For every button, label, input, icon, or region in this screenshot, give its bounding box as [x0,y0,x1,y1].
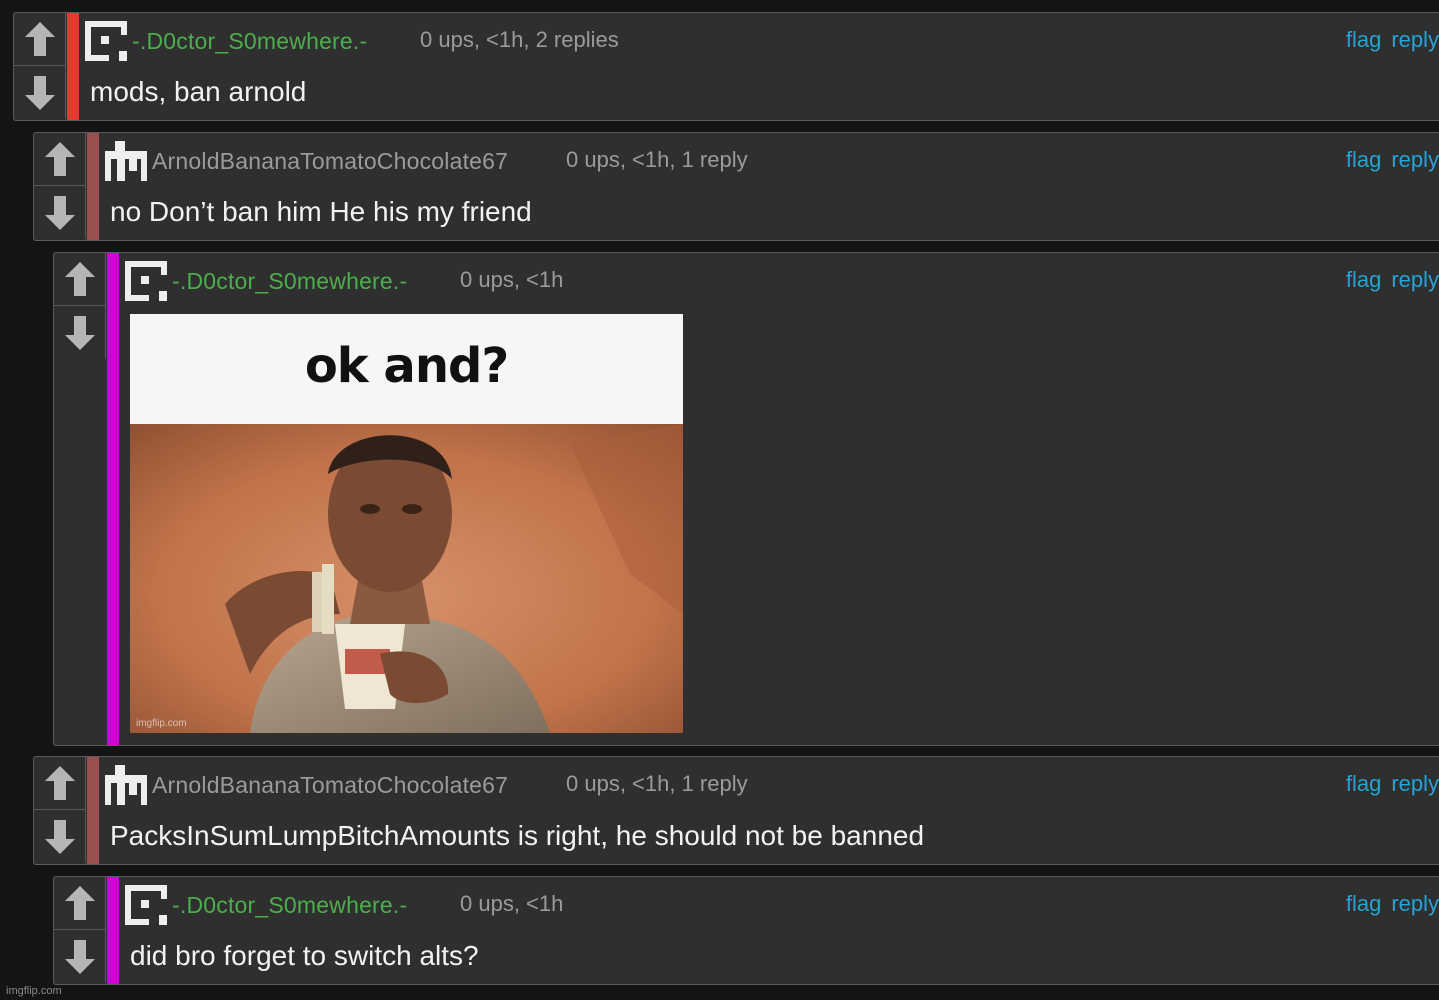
upvote-button[interactable] [54,253,106,306]
downvote-button[interactable] [14,66,66,119]
reply-link[interactable]: reply [1391,27,1439,52]
vote-controls [54,877,106,983]
comment-meta: 0 ups, <1h, 1 reply [566,771,748,796]
avatar[interactable] [125,885,167,925]
reply-link[interactable]: reply [1391,267,1439,292]
comment-actions: flag reply [1336,891,1439,917]
comment-meta: 0 ups, <1h, 1 reply [566,147,748,172]
username[interactable]: -.D0ctor_S0mewhere.- [172,268,407,295]
vote-controls [34,133,86,239]
flag-link[interactable]: flag [1346,891,1381,916]
username[interactable]: -.D0ctor_S0mewhere.- [172,892,407,919]
thread-bar [87,133,99,240]
avatar[interactable] [105,765,147,805]
vote-controls [54,253,106,359]
comment-meta: 0 ups, <1h [460,267,564,292]
comment-text: mods, ban arnold [90,76,307,107]
thread-bar [67,13,79,120]
downvote-button[interactable] [54,930,106,983]
arrow-up-icon [25,22,55,56]
arrow-down-icon [65,939,95,974]
avatar[interactable] [85,21,127,61]
arrow-up-icon [45,766,75,800]
comment: ArnoldBananaTomatoChocolate67 0 ups, <1h… [33,756,1439,865]
arrow-down-icon [65,315,95,350]
thread-bar [87,757,99,864]
arrow-down-icon [45,195,75,230]
arrow-up-icon [65,262,95,296]
username[interactable]: -.D0ctor_S0mewhere.- [132,28,367,55]
comment: -.D0ctor_S0mewhere.- 0 ups, <1h, 2 repli… [13,12,1439,121]
thread-bar [107,877,119,984]
comment-image[interactable]: ok and? imgflip.com [130,314,683,733]
page-watermark: imgflip.com [6,985,62,997]
thread-bar [107,253,119,745]
flag-link[interactable]: flag [1346,267,1381,292]
upvote-button[interactable] [34,757,86,810]
comment-meta: 0 ups, <1h [460,891,564,916]
username[interactable]: ArnoldBananaTomatoChocolate67 [152,148,508,175]
comment-actions: flag reply [1336,771,1439,797]
image-caption: ok and? [304,338,509,394]
comment-actions: flag reply [1336,267,1439,293]
reply-link[interactable]: reply [1391,771,1439,796]
comment: ArnoldBananaTomatoChocolate67 0 ups, <1h… [33,132,1439,241]
comment-text: no Don’t ban him He his my friend [110,196,532,227]
reply-link[interactable]: reply [1391,147,1439,172]
avatar[interactable] [105,141,147,181]
vote-controls [34,757,86,863]
upvote-button[interactable] [34,133,86,186]
arrow-up-icon [45,142,75,176]
comment: -.D0ctor_S0mewhere.- 0 ups, <1h flag repl… [53,876,1439,985]
arrow-up-icon [65,886,95,920]
upvote-button[interactable] [54,877,106,930]
arrow-down-icon [25,75,55,110]
avatar[interactable] [125,261,167,301]
downvote-button[interactable] [34,810,86,863]
comment-actions: flag reply [1336,27,1439,53]
downvote-button[interactable] [34,186,86,239]
flag-link[interactable]: flag [1346,147,1381,172]
vote-controls [14,13,66,119]
flag-link[interactable]: flag [1346,27,1381,52]
comment-text: did bro forget to switch alts? [130,940,479,971]
downvote-button[interactable] [54,306,106,359]
flag-link[interactable]: flag [1346,771,1381,796]
comment-meta: 0 ups, <1h, 2 replies [420,27,619,52]
comment: -.D0ctor_S0mewhere.- 0 ups, <1h flag repl… [53,252,1439,746]
username[interactable]: ArnoldBananaTomatoChocolate67 [152,772,508,799]
comment-text: PacksInSumLumpBitchAmounts is right, he … [110,820,925,851]
reply-link[interactable]: reply [1391,891,1439,916]
comment-actions: flag reply [1336,147,1439,173]
image-watermark: imgflip.com [136,718,187,729]
arrow-down-icon [45,819,75,854]
upvote-button[interactable] [14,13,66,66]
